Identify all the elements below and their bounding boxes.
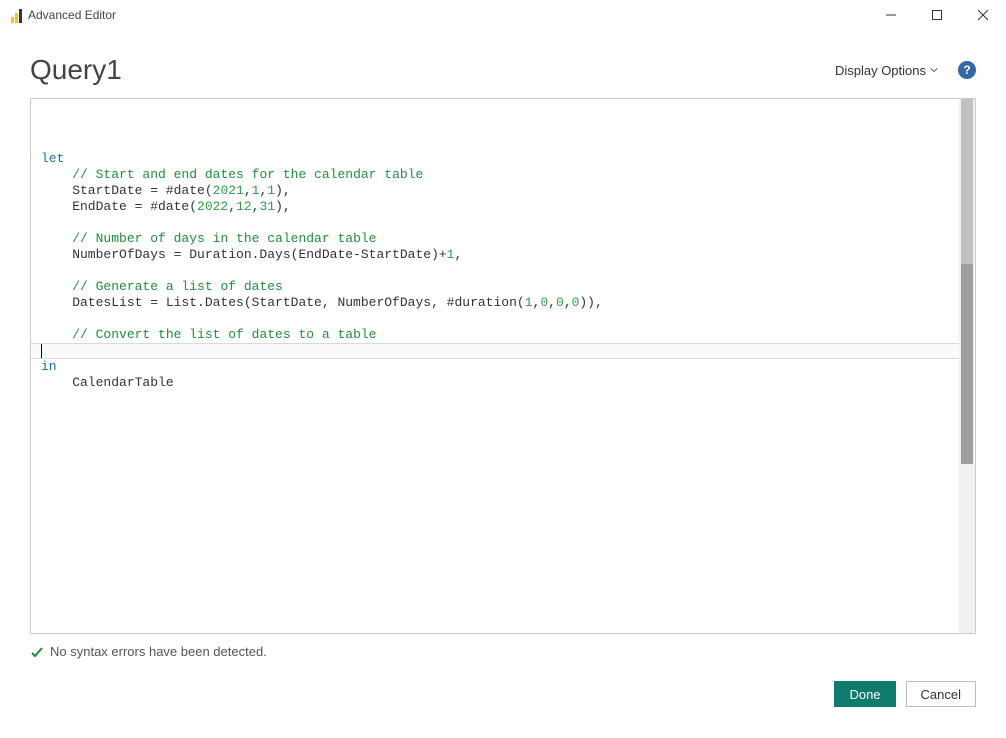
code-line[interactable]: // Generate a list of dates bbox=[41, 279, 949, 295]
code-line[interactable]: NumberOfDays = Duration.Days(EndDate-Sta… bbox=[41, 247, 949, 263]
code-line[interactable]: EndDate = #date(2022,12,31), bbox=[41, 199, 949, 215]
code-line[interactable]: // Start and end dates for the calendar … bbox=[41, 167, 949, 183]
minimize-button[interactable] bbox=[868, 0, 914, 30]
code-line[interactable]: DatesList = List.Dates(StartDate, Number… bbox=[41, 295, 949, 311]
page-title: Query1 bbox=[30, 54, 122, 86]
help-icon[interactable]: ? bbox=[958, 61, 976, 79]
status-message: No syntax errors have been detected. bbox=[50, 644, 267, 659]
display-options-dropdown[interactable]: Display Options bbox=[833, 59, 940, 82]
titlebar: Advanced Editor bbox=[0, 0, 1006, 30]
text-caret bbox=[41, 344, 42, 358]
scrollbar-thumb-lower[interactable] bbox=[961, 264, 973, 464]
code-line[interactable] bbox=[41, 263, 949, 279]
window-title: Advanced Editor bbox=[28, 8, 116, 22]
code-line[interactable]: StartDate = #date(2021,1,1), bbox=[41, 183, 949, 199]
done-button[interactable]: Done bbox=[834, 681, 895, 707]
chevron-down-icon bbox=[930, 66, 938, 74]
close-button[interactable] bbox=[960, 0, 1006, 30]
header: Query1 Display Options ? bbox=[0, 30, 1006, 98]
cancel-button[interactable]: Cancel bbox=[906, 681, 976, 707]
code-line[interactable]: // Number of days in the calendar table bbox=[41, 231, 949, 247]
code-line[interactable]: // Convert the list of dates to a table bbox=[41, 327, 949, 343]
display-options-label: Display Options bbox=[835, 63, 926, 78]
code-line[interactable]: CalendarTable bbox=[41, 375, 949, 391]
footer: Done Cancel bbox=[0, 659, 1006, 707]
check-icon bbox=[30, 645, 44, 659]
status-bar: No syntax errors have been detected. bbox=[0, 634, 1006, 659]
scrollbar-thumb-upper[interactable] bbox=[961, 99, 973, 264]
vertical-scrollbar[interactable] bbox=[959, 99, 975, 633]
code-editor[interactable]: let // Start and end dates for the calen… bbox=[30, 98, 976, 634]
code-line[interactable]: in bbox=[41, 359, 949, 375]
app-icon bbox=[6, 7, 22, 23]
code-area[interactable]: let // Start and end dates for the calen… bbox=[31, 99, 959, 633]
code-line[interactable]: let bbox=[41, 151, 949, 167]
code-line[interactable]: CalendarTable = Table.FromList(DatesList… bbox=[41, 343, 949, 359]
maximize-button[interactable] bbox=[914, 0, 960, 30]
code-line[interactable] bbox=[41, 311, 949, 327]
code-line[interactable] bbox=[41, 215, 949, 231]
